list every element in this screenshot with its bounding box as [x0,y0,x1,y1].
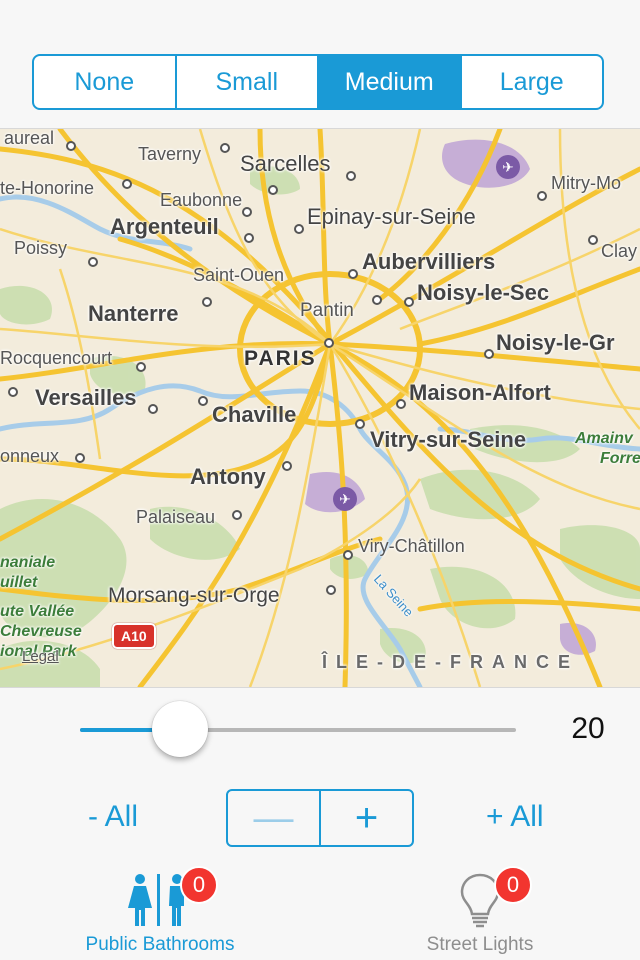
city-dot [66,141,76,151]
map-label-forret: Forre [600,450,640,467]
city-dot [244,233,254,243]
map-label-taverny: Taverny [138,144,202,164]
slider-value: 20 [571,712,605,745]
map-label-antony: Antony [190,464,266,489]
map-legal-link[interactable]: Legal [22,649,59,664]
map-label-chaville: Chaville [212,402,297,427]
map-label-chevreuse: Chevreuse [0,623,82,640]
map-label-eaubonne: Eaubonne [160,190,243,210]
airport-icon: ✈ [333,487,357,511]
city-dot [202,297,212,307]
map-label-paris: PARIS [244,347,317,370]
city-dot [484,349,494,359]
tab-public-bathrooms[interactable]: 0 Public Bathrooms [0,864,320,960]
decrement-button[interactable]: — [228,791,321,845]
map-label-morsang: Morsang-sur-Orge [108,584,280,607]
city-dot [346,171,356,181]
plus-all-button[interactable]: + All [486,800,544,834]
map-view[interactable]: aureal Taverny Sarcelles Mitry-Mo te-Hon… [0,128,640,688]
map-label-nanterre: Nanterre [88,301,179,326]
map-label-poissy: Poissy [14,238,68,258]
city-dot [324,338,334,348]
count-stepper[interactable]: — + [226,789,414,847]
map-label-rocquencourt: Rocquencourt [0,348,113,368]
city-dot [75,453,85,463]
map-label-naniale: naniale [0,554,56,571]
segment-large[interactable]: Large [462,56,603,108]
city-dot [88,257,98,267]
map-label-pantin: Pantin [300,300,354,321]
city-dot [136,362,146,372]
tab-street-lights[interactable]: 0 Street Lights [320,864,640,960]
city-dot [148,404,158,414]
map-label-viry: Viry-Châtillon [358,536,465,556]
segment-medium[interactable]: Medium [319,56,462,108]
map-label-palaiseau: Palaiseau [136,507,216,527]
city-dot [372,295,382,305]
map-label-iledefrance: ÎLE-DE-FRANCE [322,652,579,672]
highway-shield-a10: A10 [112,623,156,649]
map-label-maisonalfort: Maison-Alfort [409,380,551,405]
city-dot [404,297,414,307]
segment-none[interactable]: None [34,56,177,108]
map-label-noisylegrand: Noisy-le-Gr [496,330,615,355]
map-label-aureal: aureal [4,128,55,148]
map-label-vitry: Vitry-sur-Seine [370,427,527,452]
slider-thumb[interactable] [152,701,209,757]
city-dot [326,585,336,595]
map-label-clay: Clay [601,241,638,261]
tab-label-public-bathrooms: Public Bathrooms [85,934,235,955]
city-dot [343,550,353,560]
map-label-amainvilliers: Amainv [575,430,633,447]
city-dot [294,224,304,234]
airport-icon: ✈ [496,155,520,179]
city-dot [348,269,358,279]
city-dot [122,179,132,189]
city-dot [396,399,406,409]
city-dot [198,396,208,406]
map-label-hautevallee: ute Vallée [0,603,75,620]
city-dot [355,419,365,429]
radius-slider[interactable] [80,701,516,757]
map-label-noisylesec: Noisy-le-Sec [417,280,550,305]
map-label-saintouen: Saint-Ouen [193,265,285,285]
segment-small[interactable]: Small [177,56,319,108]
city-dot [537,191,547,201]
map-label-aubervilliers: Aubervilliers [362,249,496,274]
increment-button[interactable]: + [321,791,412,845]
map-label-onneux: onneux [0,446,60,466]
tab-label-street-lights: Street Lights [426,934,534,955]
city-dot [282,461,292,471]
map-label-uillet: uillet [0,574,38,591]
city-dot [268,185,278,195]
minus-all-button[interactable]: - All [88,800,138,834]
street-lights-badge: 0 [494,866,532,904]
city-dot [232,510,242,520]
bathrooms-badge: 0 [180,866,218,904]
map-label-conflans: te-Honorine [0,178,95,198]
city-dot [8,387,18,397]
size-segmented-control[interactable]: None Small Medium Large [32,54,604,110]
city-dot [588,235,598,245]
city-dot [220,143,230,153]
map-label-epinay: Epinay-sur-Seine [307,204,476,229]
map-label-mitry: Mitry-Mo [551,173,621,193]
map-label-versailles: Versailles [35,385,137,410]
map-label-argenteuil: Argenteuil [110,214,219,239]
city-dot [242,207,252,217]
map-label-sarcelles: Sarcelles [240,151,331,176]
tab-bar: 0 Public Bathrooms 0 Street Lights [0,864,640,960]
